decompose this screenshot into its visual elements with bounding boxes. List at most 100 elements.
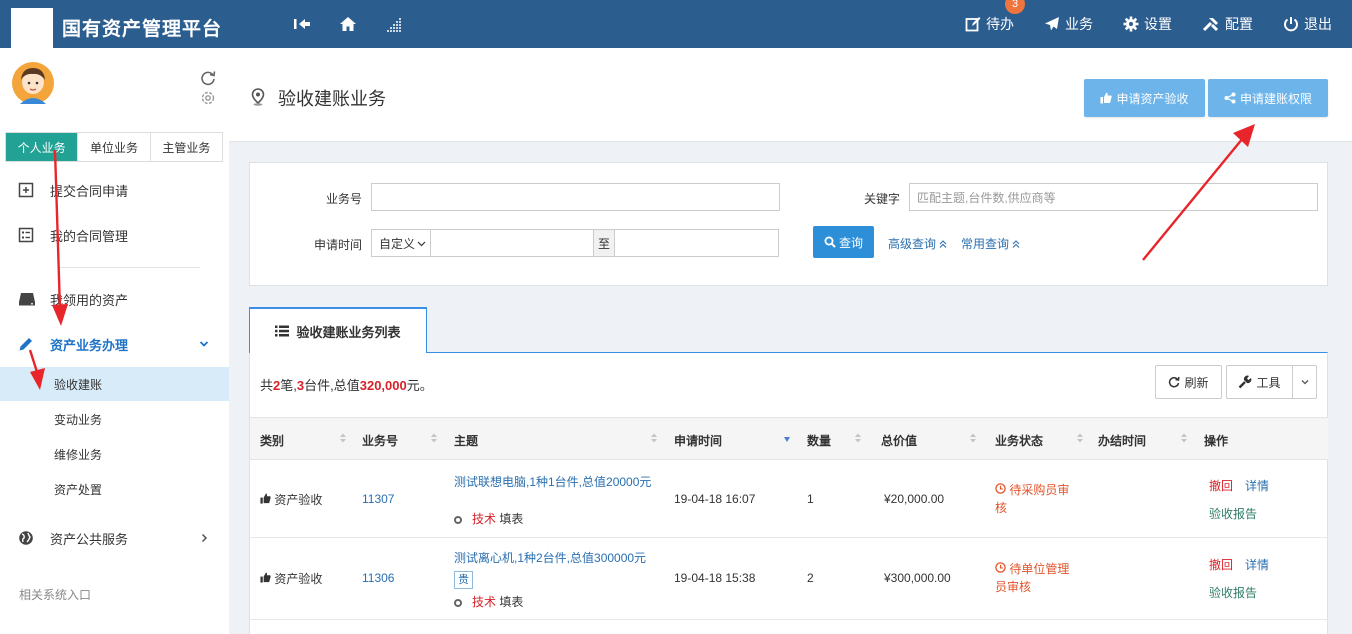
row-qty: 1 xyxy=(807,492,814,506)
common-query-link[interactable]: 常用查询 xyxy=(961,235,1020,252)
gear-icon[interactable] xyxy=(200,90,216,106)
row-state-line1: 待单位管理 xyxy=(1009,562,1070,576)
col-actions: 操作 xyxy=(1204,434,1229,448)
sidebar-subitem-acceptance[interactable]: 验收建账 xyxy=(0,367,229,401)
query-button[interactable]: 查询 xyxy=(813,226,874,258)
sort-icon[interactable] xyxy=(339,432,347,444)
refresh-button[interactable]: 刷新 xyxy=(1155,365,1222,399)
thumbs-up-icon xyxy=(1100,92,1113,104)
related-systems-link[interactable]: 相关系统入口 xyxy=(19,586,91,603)
sidebar-item-label: 我领用的资产 xyxy=(50,292,129,308)
biz-no-input[interactable] xyxy=(371,183,780,211)
sidebar-item-asset-business[interactable]: 资产业务办理 xyxy=(0,325,229,363)
logout-nav[interactable]: 退出 xyxy=(1283,14,1332,34)
refresh-icon[interactable] xyxy=(200,70,216,86)
row-apply-time: 19-04-18 16:07 xyxy=(674,492,756,506)
end-date-input[interactable] xyxy=(614,229,779,257)
sort-icon[interactable] xyxy=(1076,432,1084,444)
settings-nav[interactable]: 设置 xyxy=(1123,14,1172,34)
apply-permission-button[interactable]: 申请建账权限 xyxy=(1208,79,1328,117)
business-nav[interactable]: 业务 xyxy=(1044,14,1093,34)
wrench-icon xyxy=(1239,375,1252,389)
sidebar-item-my-assets[interactable]: 我领用的资产 xyxy=(0,280,229,318)
row-applicant-dept[interactable]: 技术 xyxy=(472,595,496,609)
tab-supervisor[interactable]: 主管业务 xyxy=(151,133,222,161)
sort-icon[interactable] xyxy=(969,432,977,444)
col-biz-no[interactable]: 业务号 xyxy=(362,432,398,449)
sidebar-item-my-contracts[interactable]: 我的合同管理 xyxy=(0,216,229,254)
row-detail-link[interactable]: 详情 xyxy=(1245,556,1269,573)
table-header: 类别 业务号 主题 申请时间 数量 总价值 业务状态 办结时间 操作 xyxy=(250,417,1328,460)
config-nav[interactable]: 配置 xyxy=(1202,14,1253,34)
advanced-query-link[interactable]: 高级查询 xyxy=(888,235,947,252)
sort-icon[interactable] xyxy=(854,432,862,444)
col-value[interactable]: 总价值 xyxy=(881,432,917,449)
row-detail-link[interactable]: 详情 xyxy=(1245,477,1269,494)
row-biz-no-link[interactable]: 11306 xyxy=(362,571,394,585)
row-revoke-link[interactable]: 撤回 xyxy=(1209,556,1233,573)
sort-icon[interactable] xyxy=(430,432,438,444)
row-state-line2: 员审核 xyxy=(995,580,1032,594)
sidebar-item-label: 提交合同申请 xyxy=(50,183,129,199)
row-subject-link[interactable]: 测试联想电脑,1种1台件,总值20000元 xyxy=(454,473,651,490)
row-category-label: 资产验收 xyxy=(274,493,323,507)
keyword-input[interactable]: 匹配主题,台件数,供应商等 xyxy=(909,183,1318,211)
sidebar-item-label: 我的合同管理 xyxy=(50,228,129,244)
row-report-link[interactable]: 验收报告 xyxy=(1209,584,1257,601)
sidebar-item-label: 资产公共服务 xyxy=(50,531,129,547)
col-apply-time[interactable]: 申请时间 xyxy=(674,432,722,449)
sort-desc-icon[interactable] xyxy=(783,432,791,444)
time-mode-select[interactable]: 自定义 xyxy=(371,229,431,257)
apply-acceptance-button[interactable]: 申请资产验收 xyxy=(1084,79,1205,117)
col-qty[interactable]: 数量 xyxy=(807,432,831,449)
home-icon[interactable] xyxy=(338,14,358,34)
row-report-link[interactable]: 验收报告 xyxy=(1209,505,1257,522)
sort-icon[interactable] xyxy=(1180,432,1188,444)
col-category[interactable]: 类别 xyxy=(260,432,284,449)
common-query-label: 常用查询 xyxy=(961,237,1010,251)
sidebar-subitem-change[interactable]: 变动业务 xyxy=(0,402,229,436)
pencil-icon xyxy=(19,338,32,351)
row-value: ¥20,000.00 xyxy=(884,492,945,506)
sidebar-subitem-repair[interactable]: 维修业务 xyxy=(0,437,229,471)
sort-icon[interactable] xyxy=(650,432,658,444)
list-panel: 共2笔,3台件,总值320,000元。 刷新 工具 类别 业务号 主题 申请时间… xyxy=(249,352,1328,634)
globe-icon xyxy=(19,531,33,545)
row-applicant: 技术 填表 xyxy=(454,593,523,610)
keyword-label: 关键字 xyxy=(863,192,900,206)
row-state: 待单位管理 员审核 xyxy=(995,560,1069,596)
tab-personal[interactable]: 个人业务 xyxy=(6,133,79,161)
time-mode-value: 自定义 xyxy=(379,236,416,251)
todo-nav[interactable]: 待办 3 xyxy=(965,0,1025,34)
row-revoke-link[interactable]: 撤回 xyxy=(1209,477,1233,494)
time-label: 申请时间 xyxy=(313,238,362,252)
sidebar-item-submit-contract[interactable]: 提交合同申请 xyxy=(0,171,229,209)
col-finish-time[interactable]: 办结时间 xyxy=(1098,432,1146,449)
fullscreen-icon[interactable] xyxy=(384,14,404,34)
tools-button[interactable]: 工具 xyxy=(1226,365,1293,399)
apply-acceptance-label: 申请资产验收 xyxy=(1116,91,1189,106)
tab-acceptance-list[interactable]: 验收建账业务列表 xyxy=(249,307,427,353)
list-tab-label: 验收建账业务列表 xyxy=(296,324,401,340)
apply-permission-label: 申请建账权限 xyxy=(1239,91,1312,106)
chevron-down-icon xyxy=(417,241,426,246)
row-biz-no-link[interactable]: 11307 xyxy=(362,492,394,506)
collapse-sidebar-icon[interactable] xyxy=(292,14,312,34)
clock-icon xyxy=(995,562,1006,573)
logo xyxy=(11,8,53,48)
search-panel: 业务号 关键字 匹配主题,台件数,供应商等 申请时间 自定义 至 查询 高级查询… xyxy=(249,162,1328,286)
tools-dropdown-button[interactable] xyxy=(1292,365,1317,399)
col-state[interactable]: 业务状态 xyxy=(995,432,1043,449)
thumbs-up-icon xyxy=(260,572,271,583)
row-category: 资产验收 xyxy=(260,491,322,508)
clock-icon xyxy=(995,483,1006,494)
row-applicant-dept[interactable]: 技术 xyxy=(472,512,496,526)
sidebar-subitem-disposal[interactable]: 资产处置 xyxy=(0,472,229,506)
tab-unit[interactable]: 单位业务 xyxy=(78,133,151,161)
avatar[interactable] xyxy=(12,62,54,104)
sidebar-item-public-service[interactable]: 资产公共服务 xyxy=(0,519,229,557)
start-date-input[interactable] xyxy=(430,229,594,257)
col-subject[interactable]: 主题 xyxy=(454,432,478,449)
row-subject-link[interactable]: 测试离心机,1种2台件,总值300000元 xyxy=(454,549,646,566)
chevron-down-icon xyxy=(1301,380,1308,385)
